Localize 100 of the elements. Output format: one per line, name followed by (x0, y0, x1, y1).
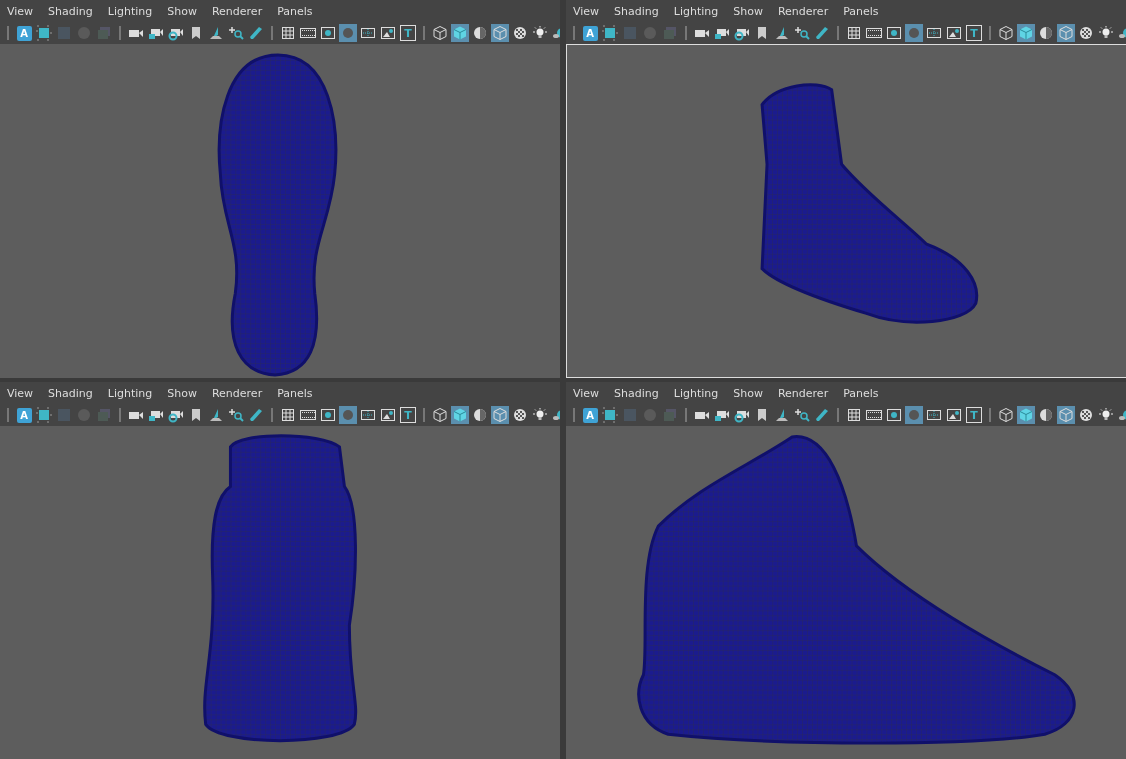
text-toggle-button[interactable]: T (965, 24, 983, 42)
pencil-button[interactable] (813, 406, 831, 424)
text-toggle-button[interactable]: T (965, 406, 983, 424)
resolution-gate-button[interactable] (319, 406, 337, 424)
pencil-icon (814, 407, 830, 423)
checker-button[interactable] (1077, 406, 1095, 424)
shaded-cube-icon (452, 25, 468, 41)
checker-icon (1078, 407, 1094, 423)
wireframe-cube-button[interactable] (431, 24, 449, 42)
half-sphere-icon (472, 407, 488, 423)
move-zoom-icon (794, 407, 810, 423)
layers-icon (96, 25, 112, 41)
move-zoom-button[interactable] (227, 406, 245, 424)
safe-action-button[interactable] (379, 24, 397, 42)
menu-item[interactable]: Shading (43, 4, 98, 18)
menu-item[interactable]: View (2, 4, 39, 18)
menu-item[interactable]: Lighting (102, 386, 158, 400)
checker-button[interactable] (511, 24, 529, 42)
resolution-gate-button[interactable] (319, 24, 337, 42)
menu-item[interactable]: Show (728, 4, 768, 18)
grid-button[interactable] (279, 24, 297, 42)
pencil-button[interactable] (247, 24, 265, 42)
checker-button[interactable] (1077, 24, 1095, 42)
menu-item[interactable]: View (568, 4, 605, 18)
film-gate-icon (866, 25, 882, 41)
move-zoom-button[interactable] (793, 24, 811, 42)
safe-action-button[interactable] (945, 24, 963, 42)
wireframe-cube-button[interactable] (431, 406, 449, 424)
menu-item[interactable]: Panels (838, 386, 884, 400)
light-bulb-icon (1098, 407, 1114, 423)
frame-button[interactable] (35, 406, 53, 424)
move-zoom-icon (228, 407, 244, 423)
wireframe-cube-icon (1058, 25, 1074, 41)
grid-button[interactable] (845, 406, 863, 424)
frame-button[interactable] (601, 24, 619, 42)
menu-item[interactable]: Show (162, 386, 202, 400)
checker-button[interactable] (511, 406, 529, 424)
resolution-gate-icon (886, 25, 902, 41)
safe-action-icon (946, 407, 962, 423)
frame-icon (36, 407, 52, 423)
pencil-button[interactable] (247, 406, 265, 424)
wireframe-cube-button[interactable] (997, 406, 1015, 424)
menu-item[interactable]: Shading (43, 386, 98, 400)
pencil-icon (814, 25, 830, 41)
half-sphere-button[interactable] (471, 406, 489, 424)
resolution-gate-button[interactable] (885, 24, 903, 42)
safe-action-icon (946, 25, 962, 41)
pencil-icon (248, 25, 264, 41)
layers-icon (662, 25, 678, 41)
menu-item[interactable]: View (568, 386, 605, 400)
half-sphere-icon (1038, 407, 1054, 423)
grid-button[interactable] (279, 406, 297, 424)
menu-item[interactable]: Panels (272, 386, 318, 400)
grid-icon (622, 25, 638, 41)
move-zoom-button[interactable] (793, 406, 811, 424)
menu-item[interactable]: Renderer (206, 386, 268, 400)
light-bulb-icon (532, 407, 548, 423)
resolution-gate-button[interactable] (885, 406, 903, 424)
menu-item[interactable]: View (2, 386, 39, 400)
wireframe-cube-icon (998, 407, 1014, 423)
wireframe-cube-button[interactable] (997, 24, 1015, 42)
menu-item[interactable]: Renderer (772, 386, 834, 400)
menu-item[interactable]: Show (162, 4, 202, 18)
menu-item[interactable]: Lighting (102, 4, 158, 18)
menu-item[interactable]: Shading (609, 386, 664, 400)
grid-icon (280, 407, 296, 423)
text-toggle-button[interactable]: T (399, 406, 417, 424)
frame-button[interactable] (35, 24, 53, 42)
wireframe-cube-icon (492, 407, 508, 423)
film-gate-icon (300, 25, 316, 41)
menu-item[interactable]: Panels (272, 4, 318, 18)
pencil-button[interactable] (813, 24, 831, 42)
menu-item[interactable]: Lighting (668, 386, 724, 400)
half-sphere-button[interactable] (1037, 406, 1055, 424)
menu-item[interactable]: Show (728, 386, 768, 400)
text-toggle-button[interactable]: T (399, 24, 417, 42)
half-sphere-button[interactable] (471, 24, 489, 42)
grid-icon (280, 25, 296, 41)
frame-button[interactable] (601, 406, 619, 424)
menu-item[interactable]: Shading (609, 4, 664, 18)
menu-item[interactable]: Renderer (772, 4, 834, 18)
frame-icon (602, 407, 618, 423)
checker-icon (1078, 25, 1094, 41)
safe-action-button[interactable] (379, 406, 397, 424)
menu-item[interactable]: Renderer (206, 4, 268, 18)
field-chart-icon (926, 407, 942, 423)
move-zoom-icon (794, 25, 810, 41)
half-sphere-button[interactable] (1037, 24, 1055, 42)
move-zoom-button[interactable] (227, 24, 245, 42)
grid-button[interactable] (845, 24, 863, 42)
menu-item[interactable]: Panels (838, 4, 884, 18)
safe-action-button[interactable] (945, 406, 963, 424)
shaded-cube-icon (1018, 25, 1034, 41)
field-chart-icon (926, 25, 942, 41)
film-gate-icon (866, 407, 882, 423)
checker-icon (512, 25, 528, 41)
gate-mask-icon (906, 25, 922, 41)
resolution-gate-icon (886, 407, 902, 423)
menu-item[interactable]: Lighting (668, 4, 724, 18)
shaded-cube-icon (1018, 407, 1034, 423)
